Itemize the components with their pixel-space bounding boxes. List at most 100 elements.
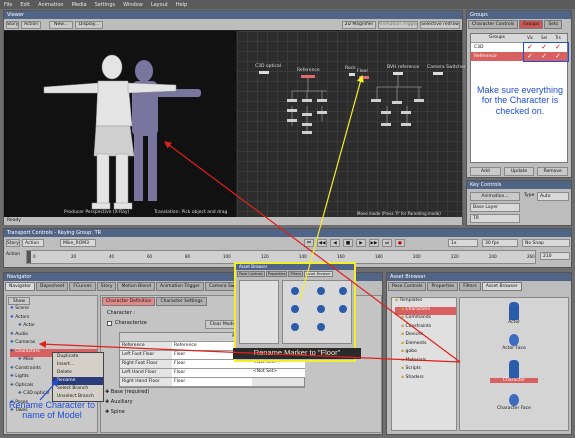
tree-item-label: Actor <box>23 323 36 328</box>
character-asset[interactable]: Character <box>490 360 538 383</box>
add-button[interactable]: Add <box>470 167 501 176</box>
menu-layout[interactable]: Layout <box>151 2 168 8</box>
3d-viewport[interactable] <box>4 31 236 217</box>
menu-item-rename[interactable]: Rename <box>53 377 103 385</box>
asset-tree-gobo[interactable]: ▪ gobo <box>395 349 456 358</box>
tab-character-definition[interactable]: Character Definition <box>102 297 156 306</box>
section-base[interactable]: ✚ Base (required) <box>105 389 149 399</box>
type-label: Type <box>524 193 535 198</box>
stop-icon[interactable]: ■ <box>343 239 353 247</box>
tab-sets[interactable]: Sets <box>544 20 563 29</box>
asset-tree-scripts[interactable]: ▪ Scripts <box>395 366 456 375</box>
story-button[interactable]: Story <box>6 239 20 247</box>
time-slider-handle[interactable] <box>27 251 31 263</box>
menu-item-delete[interactable]: Delete <box>53 369 103 377</box>
animation-trigger-button[interactable]: Animation Trigger <box>378 20 418 29</box>
tab-dopesheet[interactable]: Dopesheet <box>36 282 69 291</box>
tree-item-cameras[interactable]: ✚ Cameras <box>10 340 97 349</box>
asset-tree-characters[interactable]: ▪ Characters <box>395 306 456 315</box>
menu-item-select-branch[interactable]: Select Branch <box>53 385 103 393</box>
keying-group-select[interactable]: TR <box>470 214 520 223</box>
speed-select[interactable]: 1x <box>448 239 478 247</box>
asset-tree-commands[interactable]: ▪ Commands <box>395 315 456 324</box>
definition-row[interactable]: Right Hand Floor Floor <box>120 378 304 387</box>
skip-end-icon[interactable]: ⏭ <box>382 239 392 247</box>
schematic-nodes <box>259 71 443 134</box>
2d-magnifier-button[interactable]: 2D Magnifier <box>342 20 376 29</box>
tree-item-scene[interactable]: ✚ Scene <box>10 306 97 315</box>
tab-navigator[interactable]: Navigator <box>5 282 36 291</box>
actor-face-icon <box>509 334 519 346</box>
timeline-tick-label: 60 <box>147 254 153 259</box>
menu-settings[interactable]: Settings <box>95 2 116 8</box>
menu-window[interactable]: Window <box>123 2 143 8</box>
asset-tree-elements[interactable]: ▪ Elements <box>395 341 456 350</box>
play-icon[interactable]: ▶ <box>356 239 366 247</box>
schematic-view[interactable]: C3D optical Reference Rock Floor BVH ref… <box>237 31 466 217</box>
tree-item-actor[interactable]: ✚ Actor <box>10 323 97 332</box>
tab-animation-trigger[interactable]: Animation Trigger <box>156 282 204 291</box>
tree-item-actors[interactable]: ✚ Actors <box>10 315 97 324</box>
menu-item-insert[interactable]: Insert... <box>53 361 103 369</box>
tab-motion-blend[interactable]: Motion Blend <box>117 282 155 291</box>
row-model-value[interactable]: Floor <box>172 378 252 386</box>
record-icon[interactable]: ● <box>395 239 405 247</box>
update-button[interactable]: Update <box>503 167 535 176</box>
tab-asset-browser[interactable]: Asset Browser <box>481 282 522 291</box>
asset-tree-materials[interactable]: ▪ Materials <box>395 358 456 367</box>
asset-tree: ▪ Templates ▪ Characters ▪ Commands ▪ Const… <box>391 297 457 431</box>
animation-button[interactable]: Animation... <box>470 192 520 201</box>
skip-start-icon[interactable]: ⏮ <box>304 239 314 247</box>
tab-filters[interactable]: Filters <box>459 282 481 291</box>
asset-tree-shaders[interactable]: ▪ Shaders <box>395 375 456 384</box>
play-back-icon[interactable]: ◀ <box>330 239 340 247</box>
base-layer-select[interactable]: Base Layer <box>470 203 520 212</box>
tab-properties[interactable]: Properties <box>427 282 459 291</box>
step-back-icon[interactable]: ◀◀ <box>317 239 327 247</box>
step-forward-icon[interactable]: ▶▶ <box>369 239 379 247</box>
tree-item-label: Cameras <box>15 340 36 345</box>
selective-redraw-button[interactable]: Selective redraw <box>420 20 460 29</box>
actor-face-label: Actor Face <box>502 346 526 351</box>
tab-groups[interactable]: Groups <box>519 20 544 29</box>
display-button[interactable]: Display... <box>75 20 103 29</box>
action-button[interactable]: Action <box>21 20 41 29</box>
menu-animation[interactable]: Animation <box>38 2 64 8</box>
menu-file[interactable]: File <box>4 2 12 8</box>
section-spine[interactable]: ✚ Spine <box>105 409 149 419</box>
story-button[interactable]: Story <box>6 20 19 29</box>
popup-tab-pose[interactable]: Pose Controls <box>237 271 265 277</box>
actor-asset[interactable]: Actor <box>494 302 534 325</box>
fps-select[interactable]: 30 fps <box>482 239 518 247</box>
take-select[interactable]: Mike_ROM3 <box>60 239 96 247</box>
not-set-value[interactable]: <Not Set> <box>251 369 305 378</box>
tab-character-controls[interactable]: Character Controls <box>468 20 519 29</box>
snap-select[interactable]: No Snap <box>522 239 570 247</box>
new-button[interactable]: New... <box>49 20 73 29</box>
popup-tab-properties[interactable]: Properties <box>265 271 288 277</box>
actor-face-asset[interactable]: Actor Face <box>490 334 538 351</box>
row-model-value[interactable]: Floor <box>172 369 252 377</box>
type-select[interactable]: Auto <box>537 192 569 201</box>
characterize-checkbox[interactable]: Characterize <box>107 320 147 326</box>
asset-tree-templates[interactable]: ▪ Templates <box>395 298 456 307</box>
menu-media[interactable]: Media <box>72 2 87 8</box>
popup-tab-asset[interactable]: Asset Browser <box>303 271 333 277</box>
action-select[interactable]: Action <box>22 239 44 247</box>
asset-tree-constraints[interactable]: ▪ Constraints <box>395 324 456 333</box>
frame-end-field[interactable]: 210 <box>540 252 570 260</box>
menu-item-duplicate[interactable]: Duplicate <box>53 353 103 361</box>
tree-item-audio[interactable]: ✚ Audio <box>10 332 97 341</box>
asset-tree-devices[interactable]: ▪ Devices <box>395 332 456 341</box>
popup-tab-filters[interactable]: Filters <box>288 271 303 277</box>
menu-edit[interactable]: Edit <box>20 2 30 8</box>
tab-pose-controls[interactable]: Pose Controls <box>388 282 427 291</box>
tab-character-settings[interactable]: Character Settings <box>156 297 207 306</box>
section-auxiliary[interactable]: ✚ Auxiliary <box>105 399 149 409</box>
tab-fcurves[interactable]: FCurves <box>69 282 96 291</box>
remove-button[interactable]: Remove <box>537 167 569 176</box>
character-face-asset[interactable]: Character Face <box>486 394 542 411</box>
show-dropdown[interactable]: Show <box>8 297 30 305</box>
tab-story[interactable]: Story <box>96 282 117 291</box>
menu-help[interactable]: Help <box>176 2 187 8</box>
